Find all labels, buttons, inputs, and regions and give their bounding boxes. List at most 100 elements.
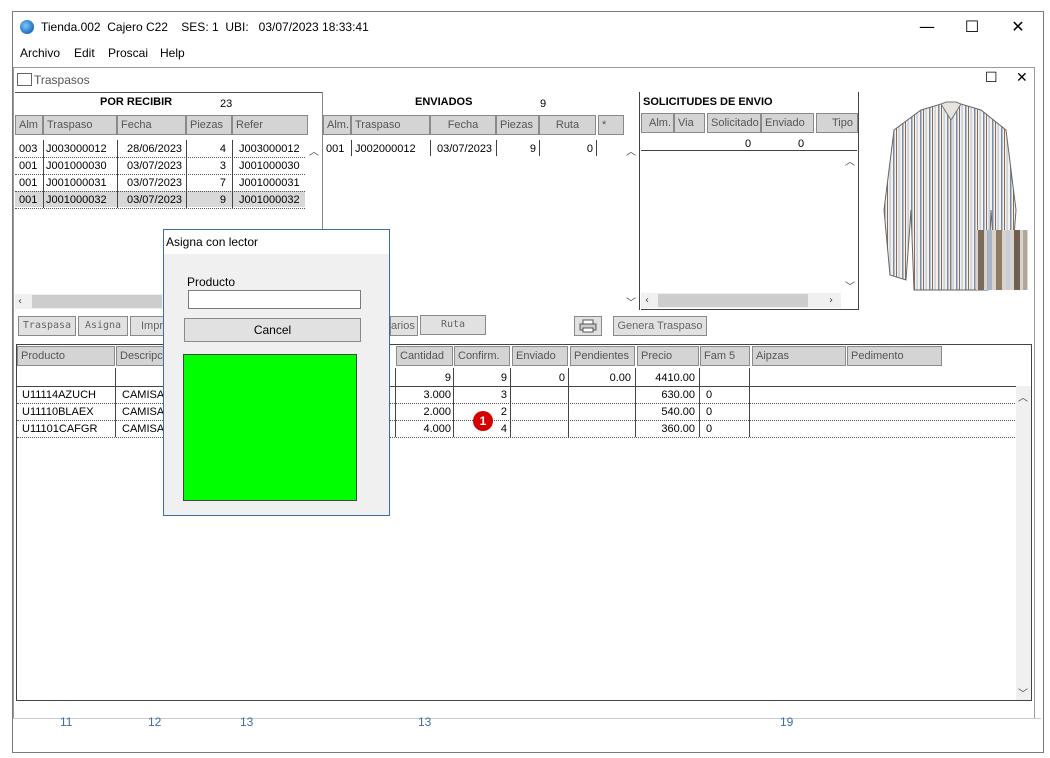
col-solicitado[interactable]: Solicitado [707,113,761,133]
cell-fecha: 03/07/2023 [437,143,493,155]
menu-proscai[interactable]: Proscai [108,46,148,60]
varios-button[interactable]: arios [390,316,418,336]
asigna-button[interactable]: Asigna [78,316,128,336]
cell-traspaso: J003000012 [46,143,107,155]
col-piezas[interactable]: Piezas [496,115,539,135]
print-button[interactable] [574,316,602,336]
col-star[interactable]: * [598,115,624,135]
por-recibir-count: 23 [220,98,233,110]
imprime-button[interactable]: Impr [130,316,164,336]
enviados-title: ENVIADOS [415,96,473,108]
col-divider [496,140,497,156]
col-alm[interactable]: Alm [15,115,43,135]
col-divider [596,140,597,156]
printer-icon [579,319,597,333]
col-traspaso[interactable]: Traspaso [43,115,117,135]
panel-divider [858,92,859,310]
col-producto[interactable]: Producto [17,346,115,366]
vertical-scrollbar[interactable] [1016,386,1031,700]
scroll-down-icon[interactable]: ﹀ [1018,685,1028,700]
cell-fam5: 0 [706,406,713,418]
col-descripcion[interactable]: Descripc [116,346,166,366]
col-via[interactable]: Via [674,113,705,133]
menu-help[interactable]: Help [160,46,185,60]
col-confirm[interactable]: Confirm. [454,346,510,366]
col-divider [749,368,750,437]
row-separator [15,208,305,209]
cell-producto: U11101CAFGR [22,423,98,435]
cell-producto: U11114AZUCH [22,389,96,401]
cell-traspaso: J001000032 [46,194,107,206]
traspasa-button[interactable]: Traspasa [18,316,76,336]
scroll-down-icon[interactable]: ﹀ [845,278,855,293]
cancel-button[interactable]: Cancel [184,318,361,342]
cell-descripcion: CAMISA [122,423,165,435]
divider [15,92,322,93]
col-pedimento[interactable]: Pedimento [847,346,942,366]
col-cantidad[interactable]: Cantidad [396,346,453,366]
scroll-up-icon[interactable]: ︿ [309,143,319,158]
col-fecha[interactable]: Fecha [430,115,496,135]
dialog-title: Asigna con lector [164,230,389,254]
total-precio: 4410.00 [655,372,695,384]
scroll-left-icon[interactable]: ‹ [18,296,22,307]
status-area [13,718,1041,750]
col-alm[interactable]: Alm. [641,113,674,133]
cell-refer: J001000030 [239,160,300,172]
col-piezas[interactable]: Piezas [186,115,232,135]
solicitado-total: 0 [745,138,752,150]
col-divider [539,140,540,156]
col-enviado[interactable]: Enviado [512,346,568,366]
ruta-button[interactable]: Ruta [420,315,486,335]
col-fecha[interactable]: Fecha [117,115,186,135]
maximize-button[interactable]: ☐ [952,14,992,40]
col-enviado[interactable]: Enviado [761,113,814,133]
producto-label: Producto [187,275,236,289]
col-divider [395,368,396,437]
minimize-button[interactable]: — [907,14,947,40]
col-divider [232,140,233,208]
col-divider [635,368,636,437]
col-divider [453,368,454,437]
col-precio[interactable]: Precio [637,346,699,366]
cell-piezas: 3 [219,160,226,172]
cell-alm: 001 [19,194,38,206]
cell-refer: J001000032 [239,194,300,206]
col-tipo[interactable]: Tipo [816,113,858,133]
enviado-total: 0 [798,138,805,150]
col-ruta[interactable]: Ruta [539,115,596,135]
col-fam5[interactable]: Fam 5 [700,346,750,366]
scroll-up-icon[interactable]: ︿ [1018,389,1028,404]
step-badge: 1 [473,411,493,431]
child-maximize-button[interactable]: ☐ [985,70,998,86]
producto-input[interactable] [188,290,361,309]
scroll-up-icon[interactable]: ︿ [845,153,855,168]
cell-fecha: 03/07/2023 [127,177,183,189]
close-button[interactable]: ✕ [998,14,1038,40]
cell-descripcion: CAMISA [122,389,165,401]
col-pendientes[interactable]: Pendientes [570,346,635,366]
genera-traspaso-button[interactable]: Genera Traspaso [613,316,707,336]
scanner-status-indicator [183,354,357,501]
total-cantidad: 9 [444,372,451,384]
col-divider [510,368,511,437]
col-aipzas[interactable]: Aipzas [752,346,846,366]
row-separator [15,157,305,158]
scroll-right-icon[interactable]: › [829,295,833,306]
scrollbar-thumb[interactable] [658,294,808,307]
footer-number: 13 [418,715,432,729]
product-shirt-image [883,101,1028,291]
child-close-button[interactable]: ✕ [1016,70,1028,86]
scroll-down-icon[interactable]: ﹀ [626,294,636,309]
cell-ruta: 0 [586,143,593,155]
col-alm[interactable]: Alm. [323,115,351,135]
scroll-left-icon[interactable]: ‹ [645,295,649,306]
col-traspaso[interactable]: Traspaso [351,115,430,135]
scrollbar-thumb[interactable] [32,295,162,308]
scroll-up-icon[interactable]: ︿ [626,143,636,158]
menu-archivo[interactable]: Archivo [20,46,60,60]
col-divider [115,368,116,437]
menu-edit[interactable]: Edit [74,46,95,60]
col-refer[interactable]: Refer [232,115,308,135]
col-divider [117,140,118,208]
